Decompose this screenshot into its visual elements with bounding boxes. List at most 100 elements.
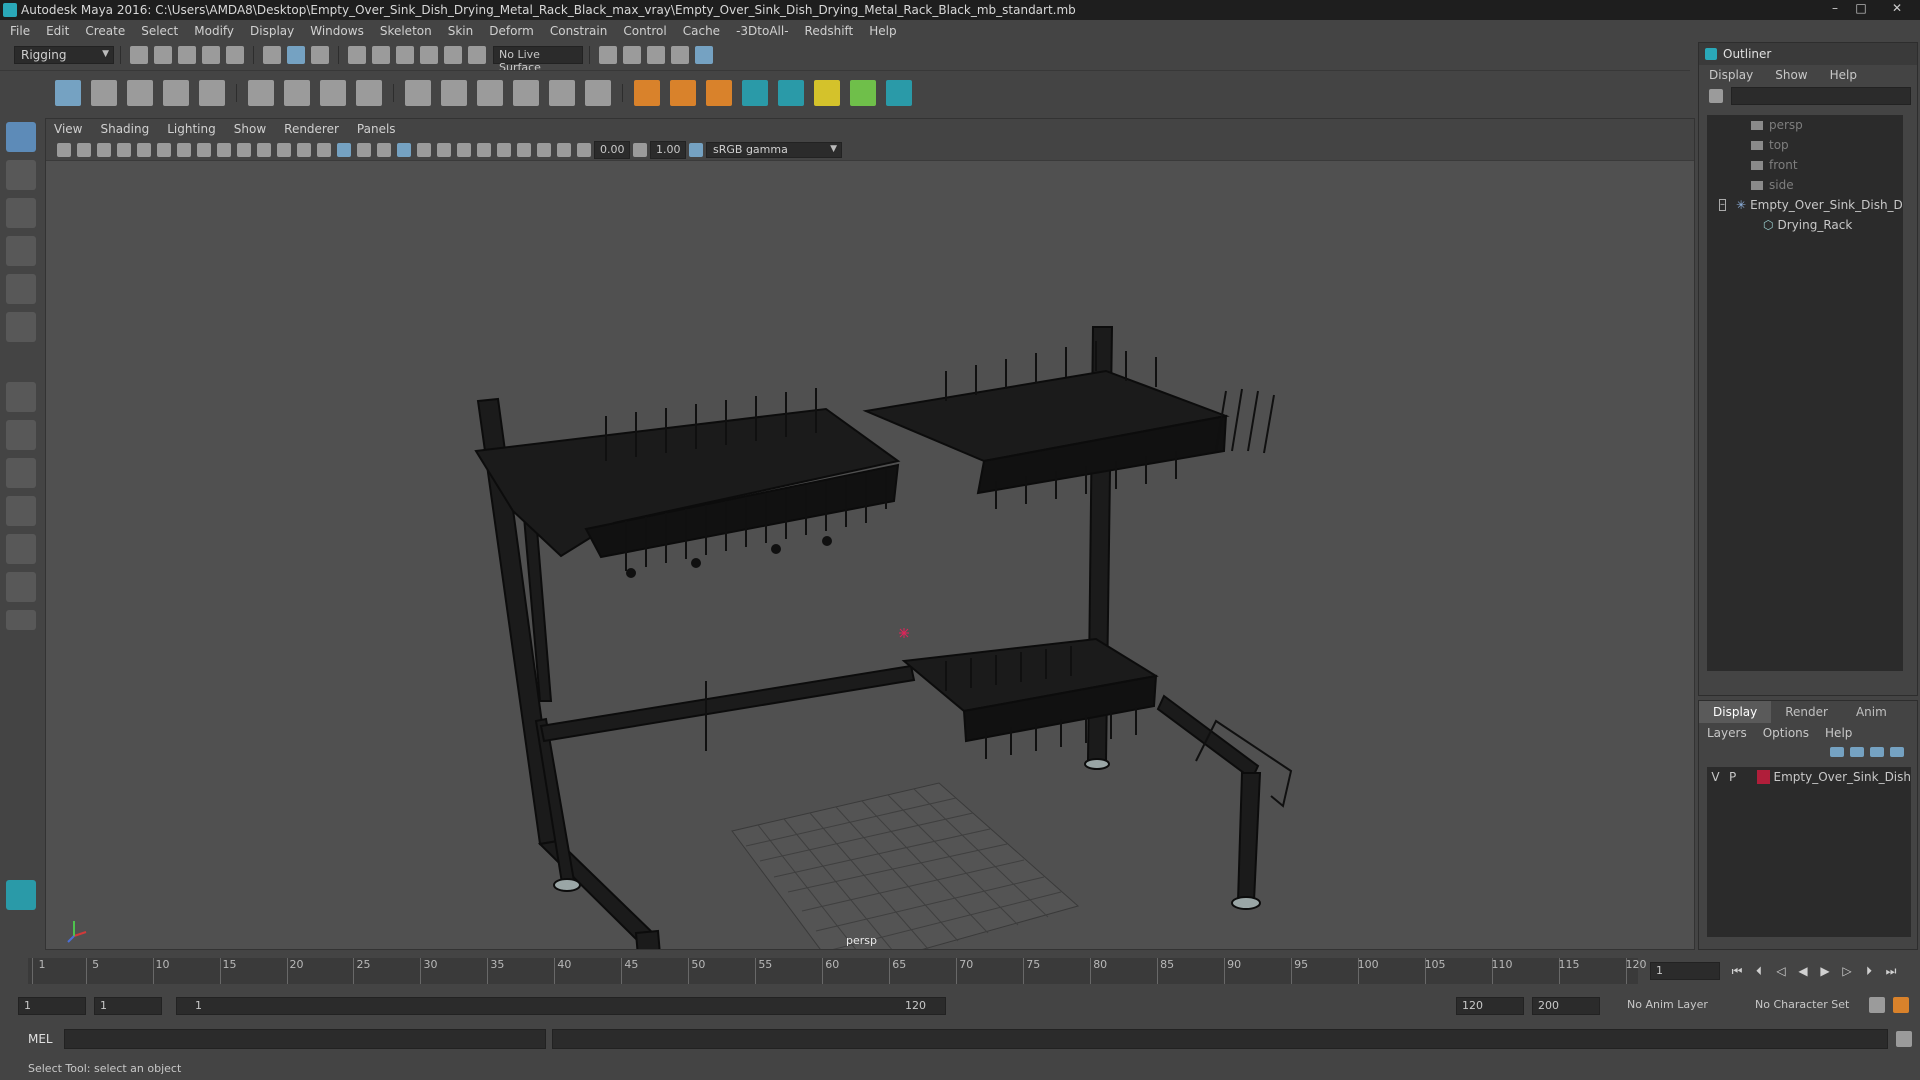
outliner-search-input[interactable] — [1731, 87, 1911, 105]
layer-visibility-toggle[interactable]: V — [1707, 770, 1724, 784]
make-live-icon[interactable] — [468, 46, 486, 64]
outliner-item[interactable]: side — [1707, 175, 1903, 195]
render-settings-icon[interactable] — [599, 46, 617, 64]
wireframe-icon[interactable] — [317, 142, 331, 157]
xray-icon[interactable] — [537, 142, 551, 157]
script-editor-icon[interactable] — [1896, 1031, 1912, 1047]
ik-spline-icon[interactable] — [127, 79, 153, 106]
panel-menu-lighting[interactable]: Lighting — [167, 122, 216, 136]
lasso-tool-icon[interactable] — [6, 160, 36, 190]
move-layer-down-icon[interactable] — [1850, 747, 1864, 757]
isolate-select-icon[interactable] — [517, 142, 531, 157]
maximize-button[interactable]: □ — [1848, 0, 1874, 18]
collapse-toolbox-icon[interactable] — [6, 610, 36, 630]
motion-blur-icon[interactable] — [457, 142, 471, 157]
menu-deform[interactable]: Deform — [489, 24, 534, 38]
hik-control-icon[interactable] — [886, 79, 912, 106]
parent-constraint-icon[interactable] — [405, 79, 431, 106]
hypershade-icon[interactable] — [695, 46, 713, 64]
scene-end-field[interactable]: 200 — [1532, 997, 1600, 1015]
move-layer-up-icon[interactable] — [1830, 747, 1844, 757]
grid-toggle-icon[interactable] — [177, 142, 191, 157]
panel-menu-view[interactable]: View — [54, 122, 82, 136]
auto-key-icon[interactable] — [1869, 997, 1885, 1013]
aim-constraint-icon[interactable] — [549, 79, 575, 106]
anim-layer-dropdown[interactable]: No Anim Layer — [1622, 997, 1732, 1015]
menu-help[interactable]: Help — [869, 24, 896, 38]
tab-display[interactable]: Display — [1699, 701, 1772, 723]
orient-constraint-icon[interactable] — [477, 79, 503, 106]
set-driven-key-icon[interactable] — [706, 79, 732, 106]
outliner-menu-display[interactable]: Display — [1709, 68, 1753, 82]
step-forward-frame-icon[interactable]: ▷ — [1838, 964, 1856, 978]
gamma-icon[interactable] — [633, 142, 647, 157]
layer-menu-help[interactable]: Help — [1825, 726, 1852, 740]
ik-fk-icon[interactable] — [670, 79, 696, 106]
smooth-shade-icon[interactable] — [337, 142, 351, 157]
panel-menu-panels[interactable]: Panels — [357, 122, 396, 136]
time-slider[interactable]: 1 5 10 15 20 25 30 35 40 45 50 55 60 65 70 75 80 85 90 95 10… — [0, 954, 1920, 988]
point-constraint-icon[interactable] — [441, 79, 467, 106]
bind-skin-icon[interactable] — [248, 79, 274, 106]
grease-pencil-icon[interactable] — [157, 142, 171, 157]
play-forward-icon[interactable]: ▶ — [1816, 964, 1834, 978]
graph-layout-icon[interactable] — [6, 534, 36, 564]
field-chart-icon[interactable] — [257, 142, 271, 157]
menu-edit[interactable]: Edit — [46, 24, 69, 38]
playback-start-field[interactable]: 1 — [94, 997, 162, 1015]
layer-color-swatch[interactable] — [1757, 770, 1770, 784]
collapse-toggle-icon[interactable]: – — [1719, 199, 1726, 211]
ik-handle-icon[interactable] — [91, 79, 117, 106]
anti-aliasing-icon[interactable] — [477, 142, 491, 157]
live-surface-field[interactable]: No Live Surface — [493, 46, 583, 74]
exposure-icon[interactable] — [577, 142, 591, 157]
panel-menu-renderer[interactable]: Renderer — [284, 122, 339, 136]
outliner-item[interactable]: top — [1707, 135, 1903, 155]
outliner-item[interactable]: persp — [1707, 115, 1903, 135]
outliner-item[interactable]: ⬡ Drying_Rack — [1707, 215, 1903, 235]
tab-anim[interactable]: Anim — [1842, 701, 1901, 723]
hik-character-icon[interactable] — [742, 79, 768, 106]
film-gate-icon[interactable] — [197, 142, 211, 157]
play-backward-icon[interactable]: ◀ — [1794, 964, 1812, 978]
menu-redshift[interactable]: Redshift — [805, 24, 854, 38]
render-view-icon[interactable] — [671, 46, 689, 64]
pole-vector-icon[interactable] — [585, 79, 611, 106]
open-scene-icon[interactable] — [154, 46, 172, 64]
view-transform-dropdown[interactable]: sRGB gamma ▼ — [706, 141, 842, 158]
layer-menu-options[interactable]: Options — [1763, 726, 1809, 740]
shadows-icon[interactable] — [417, 142, 431, 157]
move-tool-icon[interactable] — [6, 236, 36, 266]
screen-space-ao-icon[interactable] — [437, 142, 451, 157]
outliner-menu-help[interactable]: Help — [1830, 68, 1857, 82]
character-set-dropdown[interactable]: No Character Set — [1750, 997, 1860, 1015]
go-to-start-icon[interactable]: ⏮ — [1728, 964, 1746, 978]
step-back-key-icon[interactable]: ⏴ — [1750, 964, 1768, 978]
safe-title-icon[interactable] — [297, 142, 311, 157]
hik-skeleton-icon[interactable] — [778, 79, 804, 106]
outliner-item[interactable]: front — [1707, 155, 1903, 175]
close-button[interactable]: ✕ — [1874, 0, 1920, 18]
use-all-lights-icon[interactable] — [397, 142, 411, 157]
camera-attributes-icon[interactable] — [77, 142, 91, 157]
lattice-icon[interactable] — [320, 79, 346, 106]
image-plane-icon[interactable] — [117, 142, 131, 157]
outliner-tree[interactable]: persp top front side – ✳ Empty_Over_Sink… — [1707, 115, 1903, 671]
snap-point-icon[interactable] — [396, 46, 414, 64]
scale-tool-icon[interactable] — [6, 312, 36, 342]
preferences-icon[interactable] — [1893, 997, 1909, 1013]
locator-icon[interactable] — [634, 79, 660, 106]
scene-start-field[interactable]: 1 — [18, 997, 86, 1015]
gamma-field[interactable]: 1.00 — [650, 140, 686, 159]
outliner-item[interactable]: – ✳ Empty_Over_Sink_Dish_Di — [1707, 195, 1903, 215]
new-layer-selected-icon[interactable] — [1890, 747, 1904, 757]
tab-render[interactable]: Render — [1771, 701, 1842, 723]
ipr-render-icon[interactable] — [647, 46, 665, 64]
xray-joints-icon[interactable] — [557, 142, 571, 157]
menu-file[interactable]: File — [10, 24, 30, 38]
render-frame-icon[interactable] — [623, 46, 641, 64]
exposure-field[interactable]: 0.00 — [594, 140, 630, 159]
menu-cache[interactable]: Cache — [683, 24, 720, 38]
menu-select[interactable]: Select — [141, 24, 178, 38]
save-scene-icon[interactable] — [178, 46, 196, 64]
